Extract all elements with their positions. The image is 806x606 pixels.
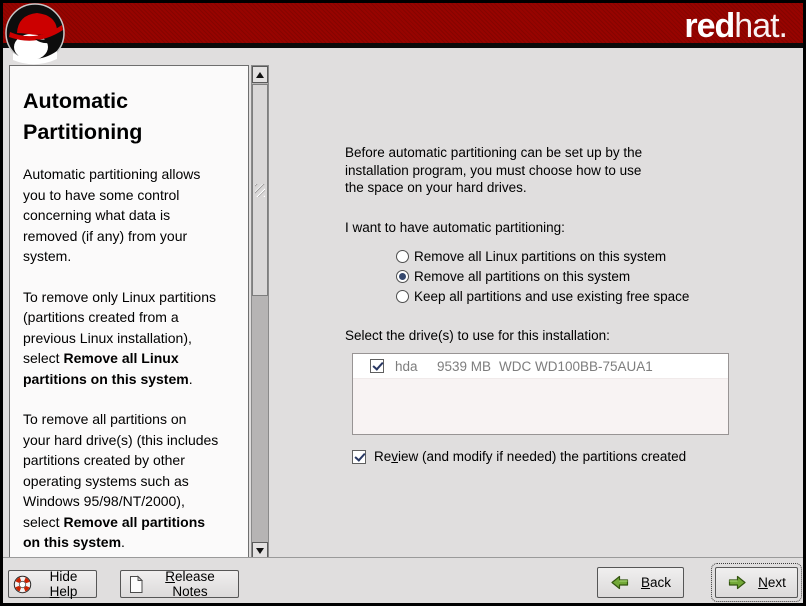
drive-list[interactable]: hda9539 MBWDC WD100BB-75AUA1	[352, 353, 729, 435]
scrollbar-thumb[interactable]	[252, 84, 268, 296]
next-label: Next	[758, 575, 786, 590]
radio-icon[interactable]	[396, 250, 409, 263]
drive-size: 9539 MB	[437, 359, 499, 374]
drive-checkbox[interactable]	[370, 359, 384, 373]
next-arrow-icon	[727, 574, 747, 591]
next-button[interactable]: Next	[715, 567, 798, 598]
help-panel: Automatic Partitioning Automatic partiti…	[9, 65, 249, 560]
footer-bar: Hide Help Release Notes Back	[3, 557, 803, 603]
radio-label: Remove all partitions on this system	[414, 269, 630, 284]
arrow-up-icon	[256, 72, 264, 78]
scrollbar-track[interactable]	[252, 296, 268, 541]
intro-text: Before automatic partitioning can be set…	[345, 144, 642, 197]
radio-icon[interactable]	[396, 290, 409, 303]
help-scrollbar[interactable]	[251, 65, 269, 560]
help-paragraph-1: Automatic partitioning allows you to hav…	[23, 164, 238, 267]
review-option[interactable]: Review (and modify if needed) the partit…	[352, 449, 686, 464]
scrollbar-grip-icon	[255, 184, 265, 197]
arrow-down-icon	[256, 548, 264, 554]
auto-partition-radio-group: Remove all Linux partitions on this syst…	[396, 246, 689, 306]
radio-icon[interactable]	[396, 270, 409, 283]
help-title: Automatic Partitioning	[23, 86, 238, 148]
radio-option[interactable]: Remove all partitions on this system	[396, 266, 689, 286]
lifesaver-icon	[13, 575, 32, 594]
radio-option[interactable]: Keep all partitions and use existing fre…	[396, 286, 689, 306]
release-notes-button[interactable]: Release Notes	[120, 570, 239, 598]
back-arrow-icon	[610, 574, 630, 591]
back-button[interactable]: Back	[597, 567, 684, 598]
drive-model: WDC WD100BB-75AUA1	[499, 359, 728, 374]
drive-select-label: Select the drive(s) to use for this inst…	[345, 328, 610, 343]
back-label: Back	[641, 575, 671, 590]
prompt-text: I want to have automatic partitioning:	[345, 220, 565, 235]
wordmark-red: red	[684, 7, 734, 45]
wordmark-hat: hat.	[734, 7, 787, 45]
hide-help-button[interactable]: Hide Help	[8, 570, 97, 598]
top-banner: redhat.	[3, 3, 803, 48]
scroll-up-button[interactable]	[252, 66, 268, 83]
help-paragraph-2: To remove only Linux partitions (partiti…	[23, 287, 238, 390]
redhat-wordmark: redhat.	[684, 6, 787, 46]
redhat-shadowman-logo	[5, 3, 66, 65]
hide-help-label: Hide Help	[35, 569, 92, 599]
release-notes-label: Release Notes	[148, 569, 232, 599]
installer-window: redhat. Automatic Partitioning Automatic…	[0, 0, 806, 606]
drive-name: hda	[395, 359, 437, 374]
document-icon	[127, 575, 145, 594]
radio-label: Remove all Linux partitions on this syst…	[414, 249, 666, 264]
review-checkbox[interactable]	[352, 450, 366, 464]
help-paragraph-3: To remove all partitions on your hard dr…	[23, 409, 238, 553]
radio-label: Keep all partitions and use existing fre…	[414, 289, 689, 304]
drive-row[interactable]: hda9539 MBWDC WD100BB-75AUA1	[353, 354, 728, 379]
review-label: Review (and modify if needed) the partit…	[374, 449, 686, 464]
radio-option[interactable]: Remove all Linux partitions on this syst…	[396, 246, 689, 266]
